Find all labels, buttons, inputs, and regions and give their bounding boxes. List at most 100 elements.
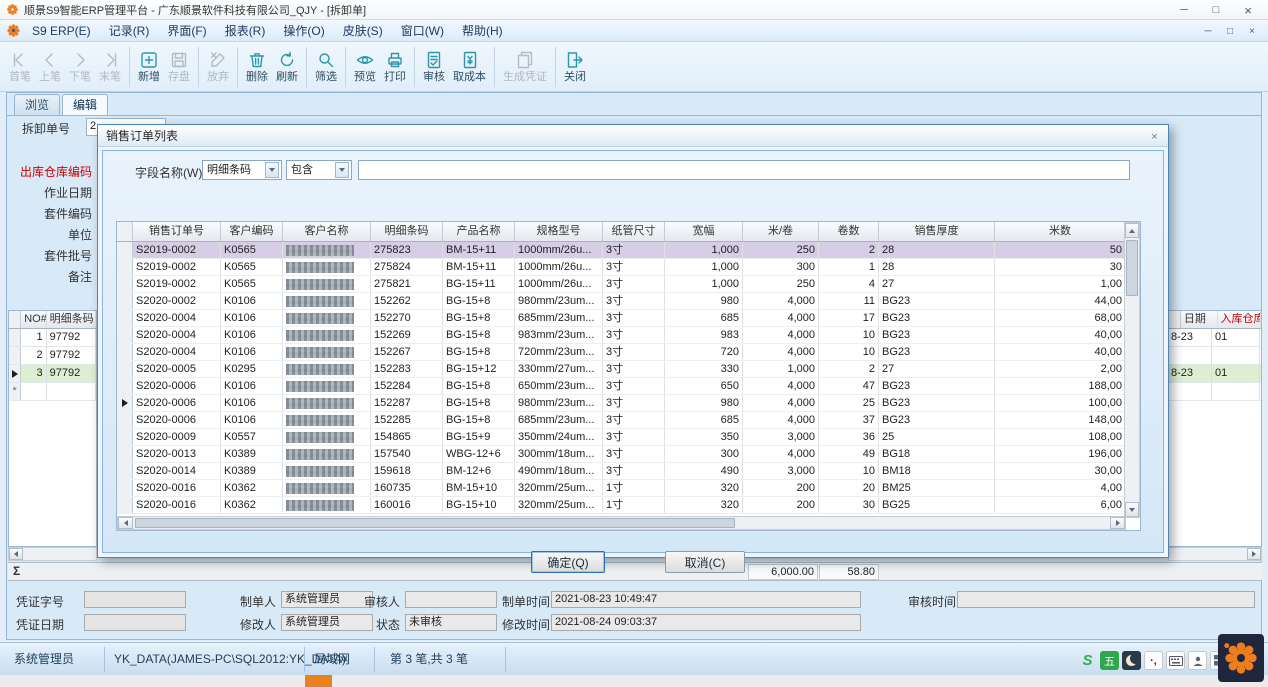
toolbar-button-voucher[interactable]: 生成凭证 — [499, 47, 551, 86]
table-row[interactable]: 297792 — [9, 347, 96, 365]
tab-编辑[interactable]: 编辑 — [62, 94, 108, 115]
voucher-date-input[interactable] — [84, 614, 186, 631]
column-header-5[interactable]: 产品名称 — [443, 222, 515, 241]
orders-table-vscroll[interactable] — [1124, 222, 1140, 518]
corner-app-logo[interactable] — [1218, 634, 1264, 682]
orders-table-hscroll[interactable] — [117, 516, 1126, 530]
chevron-down-icon[interactable] — [335, 162, 349, 178]
column-header-10[interactable]: 卷数 — [819, 222, 879, 241]
toolbar-button-audit[interactable]: 审核 — [419, 47, 449, 86]
table-row[interactable]: S2019-0002K0565275824BM-15+111000mm/26u.… — [117, 259, 1126, 276]
scroll-right-icon[interactable] — [1110, 517, 1125, 529]
mdi-close-icon[interactable]: × — [1242, 22, 1262, 40]
table-row[interactable]: S2020-0016K0362160735BM-15+10320mm/25um.… — [117, 480, 1126, 497]
menu-item[interactable]: 窗口(W) — [392, 20, 453, 42]
menu-item[interactable]: 界面(F) — [158, 20, 215, 42]
column-header-4[interactable]: 明细条码 — [371, 222, 443, 241]
ok-button[interactable]: 确定(Q) — [531, 551, 605, 573]
table-row[interactable]: S2020-0006K0106152285BG-15+8685mm/23um..… — [117, 412, 1126, 429]
column-header-1[interactable]: 销售订单号 — [133, 222, 221, 241]
table-row[interactable]: 8-2301 — [1168, 365, 1261, 383]
table-row[interactable]: S2020-0014K0389159618BM-12+6490mm/18um..… — [117, 463, 1126, 480]
hscroll-thumb[interactable] — [135, 518, 735, 528]
table-row[interactable]: S2020-0006K0106152284BG-15+8650mm/23um..… — [117, 378, 1126, 395]
table-row[interactable]: 8-2301 — [1168, 329, 1261, 347]
vscroll-thumb[interactable] — [1126, 240, 1138, 296]
table-row[interactable]: * — [9, 383, 96, 401]
toolbar-button-add[interactable]: 新增 — [134, 47, 164, 86]
scroll-left-icon[interactable] — [9, 548, 23, 560]
table-row[interactable]: S2020-0002K0106152262BG-15+8980mm/23um..… — [117, 293, 1126, 310]
dialog-close-icon[interactable]: × — [1147, 129, 1162, 144]
table-row[interactable]: S2020-0009K0557154865BG-15+9350mm/24um..… — [117, 429, 1126, 446]
mdi-minimize-icon[interactable]: ─ — [1198, 22, 1218, 40]
user-icon[interactable] — [1188, 651, 1207, 670]
menu-item[interactable]: 操作(O) — [274, 20, 333, 42]
operator-select[interactable]: 包含 — [286, 160, 352, 180]
table-row[interactable]: S2019-0002K0565275823BM-15+111000mm/26u.… — [117, 242, 1126, 259]
tab-浏览[interactable]: 浏览 — [14, 94, 60, 115]
toolbar-button-nav-next[interactable]: 下笔 — [65, 47, 95, 86]
moon-icon[interactable] — [1122, 651, 1141, 670]
dialog-titlebar[interactable]: 销售订单列表 — [98, 125, 1168, 147]
toolbar-button-nav-last[interactable]: 末笔 — [95, 47, 125, 86]
table-row[interactable]: S2020-0006K0106152287BG-15+8980mm/23um..… — [117, 395, 1126, 412]
column-header-9[interactable]: 米/卷 — [743, 222, 819, 241]
sogou-icon[interactable]: S — [1078, 651, 1097, 670]
toolbar-button-preview[interactable]: 预览 — [350, 47, 380, 86]
table-row[interactable]: 397792 — [9, 365, 96, 383]
scroll-left-icon[interactable] — [118, 517, 133, 529]
table-row[interactable]: S2020-0004K0106152270BG-15+8685mm/23um..… — [117, 310, 1126, 327]
chevron-down-icon[interactable] — [265, 162, 279, 178]
table-row[interactable]: S2020-0005K0295152283BG-15+12330mm/27um.… — [117, 361, 1126, 378]
voucher-no-input[interactable] — [84, 591, 186, 608]
column-header-2[interactable]: 客户编码 — [221, 222, 283, 241]
orders-table[interactable]: 销售订单号客户编码客户名称明细条码产品名称规格型号纸管尺寸宽幅米/卷卷数销售厚度… — [116, 221, 1141, 531]
filter-value-input[interactable] — [358, 160, 1130, 180]
mdi-restore-icon[interactable]: □ — [1220, 22, 1240, 40]
menu-item[interactable]: 帮助(H) — [453, 20, 512, 42]
toolbar-button-discard[interactable]: 放弃 — [203, 47, 233, 86]
table-row[interactable]: S2020-0004K0106152269BG-15+8983mm/23um..… — [117, 327, 1126, 344]
menu-item[interactable]: 记录(R) — [100, 20, 159, 42]
column-header-12[interactable]: 米数 — [995, 222, 1126, 241]
column-header-8[interactable]: 宽幅 — [665, 222, 743, 241]
column-header-6[interactable]: 规格型号 — [515, 222, 603, 241]
detail-grid-hscroll-left[interactable] — [8, 547, 97, 561]
table-row[interactable]: 197792 — [9, 329, 96, 347]
detail-grid-left-fragment[interactable]: NO#明细条码197792297792397792* — [8, 310, 97, 547]
menu-item[interactable]: S9 ERP(E) — [23, 20, 100, 42]
close-icon[interactable]: × — [1232, 0, 1264, 20]
scroll-up-icon[interactable] — [1125, 223, 1139, 238]
maximize-icon[interactable]: □ — [1200, 0, 1232, 20]
wubi-icon[interactable]: 五 — [1100, 651, 1119, 670]
column-header-7[interactable]: 纸管尺寸 — [603, 222, 665, 241]
toolbar-button-filter[interactable]: 筛选 — [311, 47, 341, 86]
detail-grid-right-fragment[interactable]: 日期入库仓库8-23018-2301 — [1168, 310, 1262, 547]
table-row[interactable] — [1168, 383, 1261, 401]
toolbar-button-nav-first[interactable]: 首笔 — [5, 47, 35, 86]
toolbar-button-close-door[interactable]: 关闭 — [560, 47, 590, 86]
toolbar-button-refresh[interactable]: 刷新 — [272, 47, 302, 86]
toolbar-button-nav-prev[interactable]: 上笔 — [35, 47, 65, 86]
column-header-11[interactable]: 销售厚度 — [879, 222, 995, 241]
scroll-down-icon[interactable] — [1125, 502, 1139, 517]
toolbar-button-cost[interactable]: 取成本 — [449, 47, 490, 86]
table-row[interactable]: S2020-0016K0362160016BG-15+10320mm/25um.… — [117, 497, 1126, 514]
keyboard-icon[interactable] — [1166, 651, 1185, 670]
column-header-3[interactable]: 客户名称 — [283, 222, 371, 241]
menu-item[interactable]: 皮肤(S) — [334, 20, 392, 42]
cancel-button[interactable]: 取消(C) — [665, 551, 745, 573]
table-row[interactable]: S2019-0002K0565275821BG-15+111000mm/26u.… — [117, 276, 1126, 293]
field-select[interactable]: 明细条码 — [202, 160, 282, 180]
menu-item[interactable]: 报表(R) — [216, 20, 275, 42]
toolbar-button-print[interactable]: 打印 — [380, 47, 410, 86]
toolbar-button-save[interactable]: 存盘 — [164, 47, 194, 86]
toolbar-button-delete[interactable]: 删除 — [242, 47, 272, 86]
minimize-icon[interactable]: ─ — [1168, 0, 1200, 20]
punctuation-icon[interactable]: ·, — [1144, 651, 1163, 670]
scroll-right-icon[interactable] — [1247, 548, 1261, 560]
table-row[interactable] — [1168, 347, 1261, 365]
table-row[interactable]: S2020-0013K0389157540WBG-12+6300mm/18um.… — [117, 446, 1126, 463]
table-row[interactable]: S2020-0004K0106152267BG-15+8720mm/23um..… — [117, 344, 1126, 361]
